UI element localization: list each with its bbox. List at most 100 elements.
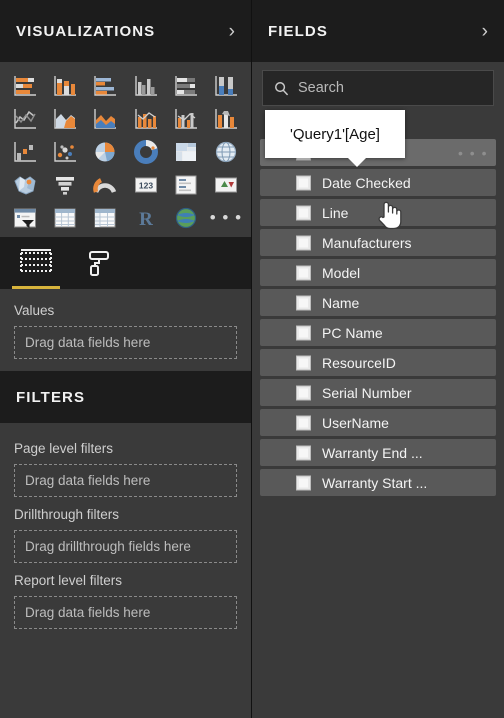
visual-type-gallery: 123 R • • •	[0, 62, 251, 237]
funnel-chart-icon[interactable]	[46, 169, 84, 200]
search-placeholder: Search	[298, 80, 344, 96]
matrix-visual-icon[interactable]	[86, 202, 124, 233]
values-dropzone[interactable]: Drag data fields here	[14, 326, 237, 359]
field-tooltip: 'Query1'[Age]	[265, 110, 405, 167]
field-checkbox[interactable]	[296, 175, 311, 190]
visualization-tabs	[0, 237, 251, 289]
power-bi-panels: VISUALIZATIONS › 123 R • • • Values Drag…	[0, 0, 504, 718]
clustered-column-chart-icon[interactable]	[127, 70, 165, 101]
field-label: Model	[322, 264, 361, 281]
search-input[interactable]: Search	[262, 70, 494, 106]
filled-map-chart-icon[interactable]	[6, 169, 44, 200]
visualizations-header: VISUALIZATIONS ›	[0, 0, 251, 62]
format-tab[interactable]	[84, 248, 114, 289]
field-label: Serial Number	[322, 384, 412, 401]
line-and-stacked-column-chart-icon[interactable]	[127, 103, 165, 134]
field-checkbox[interactable]	[296, 205, 311, 220]
field-checkbox[interactable]	[296, 325, 311, 340]
field-checkbox[interactable]	[296, 235, 311, 250]
report-level-filters-dropzone[interactable]: Drag data fields here	[14, 596, 237, 629]
field-row[interactable]: Model	[260, 259, 496, 286]
field-label: ResourceID	[322, 354, 396, 371]
field-label: Name	[322, 294, 360, 311]
page-level-filters-label: Page level filters	[14, 441, 114, 456]
values-well-label: Values	[14, 303, 55, 318]
paint-roller-icon	[89, 251, 109, 276]
fields-panel: FIELDS › Search Query1	[252, 0, 504, 718]
field-row[interactable]: Warranty Start ...	[260, 469, 496, 496]
slicer-visual-icon[interactable]	[6, 202, 44, 233]
filters-body: Page level filters Drag data fields here…	[0, 423, 251, 718]
field-row[interactable]: PC Name	[260, 319, 496, 346]
field-row[interactable]: Name	[260, 289, 496, 316]
field-checkbox[interactable]	[296, 415, 311, 430]
more-visuals-icon[interactable]: • • •	[207, 202, 245, 233]
donut-chart-icon[interactable]	[127, 136, 165, 167]
field-checkbox[interactable]	[296, 475, 311, 490]
fields-title: FIELDS	[268, 22, 328, 40]
field-wells: Values Drag data fields here	[0, 289, 251, 371]
visualizations-panel: VISUALIZATIONS › 123 R • • • Values Drag…	[0, 0, 252, 718]
map-chart-icon[interactable]	[207, 136, 245, 167]
area-chart-icon[interactable]	[46, 103, 84, 134]
more-visuals-glyph: • • •	[209, 208, 243, 227]
field-label: Line	[322, 204, 349, 221]
field-label: Manufacturers	[322, 234, 412, 251]
tooltip-tail	[347, 157, 367, 167]
clustered-bar-chart-icon[interactable]	[86, 70, 124, 101]
fields-header: FIELDS ›	[252, 0, 504, 62]
treemap-chart-icon[interactable]	[167, 136, 205, 167]
scatter-chart-icon[interactable]	[46, 136, 84, 167]
waterfall-chart-icon[interactable]	[6, 136, 44, 167]
field-checkbox[interactable]	[296, 385, 311, 400]
multi-row-card-visual-icon[interactable]	[167, 169, 205, 200]
card-visual-icon[interactable]: 123	[127, 169, 165, 200]
field-label: Warranty Start ...	[322, 474, 428, 491]
svg-text:R: R	[139, 209, 153, 230]
arcgis-maps-visual-icon[interactable]	[167, 202, 205, 233]
page-level-filters-dropzone[interactable]: Drag data fields here	[14, 464, 237, 497]
field-checkbox[interactable]	[296, 295, 311, 310]
field-checkbox[interactable]	[296, 265, 311, 280]
hundred-percent-stacked-column-chart-icon[interactable]	[207, 70, 245, 101]
visualizations-title: VISUALIZATIONS	[16, 22, 156, 40]
field-row[interactable]: Date Checked	[260, 169, 496, 196]
ribbon-chart-icon[interactable]	[207, 103, 245, 134]
fields-grid-icon	[20, 249, 52, 272]
tooltip-text: 'Query1'[Age]	[290, 125, 380, 143]
field-label: PC Name	[322, 324, 383, 341]
field-label: Date Checked	[322, 174, 411, 191]
field-row[interactable]: Manufacturers	[260, 229, 496, 256]
stacked-column-chart-icon[interactable]	[46, 70, 84, 101]
line-chart-icon[interactable]	[6, 103, 44, 134]
field-more-options-icon[interactable]: • • •	[458, 146, 488, 160]
table-visual-icon[interactable]	[46, 202, 84, 233]
search-icon	[275, 81, 289, 95]
hundred-percent-stacked-bar-chart-icon[interactable]	[167, 70, 205, 101]
field-label: Warranty End ...	[322, 444, 423, 461]
field-label: UserName	[322, 414, 389, 431]
fields-list: Query1 Age• • •Date CheckedLineManufactu…	[252, 112, 504, 499]
field-checkbox[interactable]	[296, 355, 311, 370]
stacked-area-chart-icon[interactable]	[86, 103, 124, 134]
line-and-clustered-column-chart-icon[interactable]	[167, 103, 205, 134]
svg-text:123: 123	[138, 180, 152, 190]
stacked-bar-chart-icon[interactable]	[6, 70, 44, 101]
kpi-visual-icon[interactable]	[207, 169, 245, 200]
drillthrough-filters-label: Drillthrough filters	[14, 507, 120, 522]
chevron-right-icon[interactable]: ›	[482, 22, 488, 41]
pie-chart-icon[interactable]	[86, 136, 124, 167]
field-row[interactable]: Line	[260, 199, 496, 226]
chevron-right-icon[interactable]: ›	[229, 22, 235, 41]
fields-search-wrap: Search	[252, 62, 504, 112]
field-checkbox[interactable]	[296, 445, 311, 460]
drillthrough-filters-dropzone[interactable]: Drag drillthrough fields here	[14, 530, 237, 563]
field-row[interactable]: UserName	[260, 409, 496, 436]
field-row[interactable]: Serial Number	[260, 379, 496, 406]
field-row[interactable]: Warranty End ...	[260, 439, 496, 466]
gauge-chart-icon[interactable]	[86, 169, 124, 200]
active-tab-indicator	[12, 286, 60, 289]
fields-tab[interactable]	[12, 248, 60, 289]
r-script-visual-icon[interactable]: R	[127, 202, 165, 233]
field-row[interactable]: ResourceID	[260, 349, 496, 376]
